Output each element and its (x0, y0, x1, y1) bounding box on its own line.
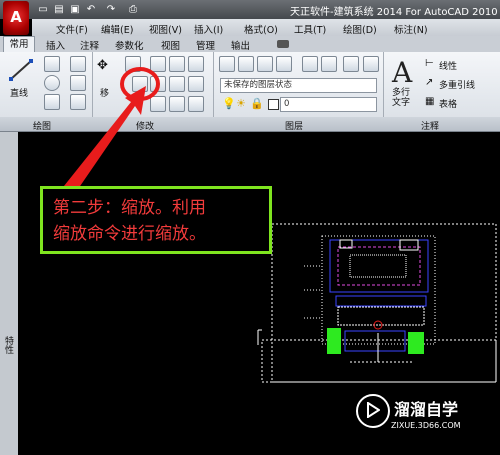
instruction-line-1: 第二步：缩放。利用 (53, 198, 206, 218)
instruction-callout: 第二步：缩放。利用 缩放命令进行缩放。 (40, 186, 272, 254)
watermark-play-glyph (367, 402, 380, 418)
watermark-url: ZIXUE.3D66.COM (391, 421, 461, 430)
instruction-line-2: 缩放命令进行缩放。 (53, 224, 206, 244)
red-arrow (64, 86, 146, 192)
watermark-title: 溜溜自学 (394, 400, 459, 419)
